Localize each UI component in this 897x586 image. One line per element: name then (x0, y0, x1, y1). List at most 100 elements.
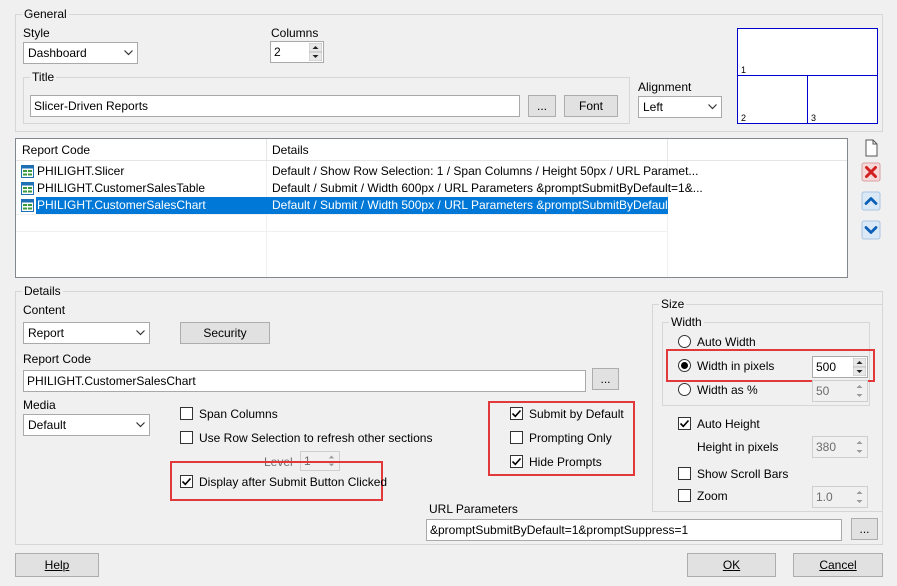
checkmark-icon (679, 419, 690, 428)
alignment-select[interactable]: Left (638, 96, 722, 118)
width-as-percent-radio[interactable] (678, 383, 691, 396)
checkmark-icon (511, 409, 522, 418)
span-columns-checkbox[interactable] (180, 407, 193, 420)
chevron-down-icon (124, 50, 133, 56)
width-as-percent-stepper[interactable]: 50 (812, 380, 868, 402)
zoom-label: Zoom (697, 489, 728, 503)
display-after-submit-label: Display after Submit Button Clicked (199, 475, 388, 489)
media-select[interactable]: Default (23, 414, 150, 436)
help-button[interactable]: Help (15, 553, 99, 577)
title-caption: Title (30, 70, 57, 84)
column-header-report-code[interactable]: Report Code (22, 143, 90, 157)
checkmark-icon (511, 457, 522, 466)
report-code-browse-button[interactable]: ... (592, 368, 619, 390)
width-in-pixels-value: 500 (816, 360, 837, 374)
report-icon (21, 199, 34, 212)
table-row-selected[interactable]: PHILIGHT.CustomerSalesChart Default / Su… (16, 197, 847, 214)
submit-by-default-checkbox[interactable] (510, 407, 523, 420)
chevron-down-icon (136, 422, 145, 428)
style-value: Dashboard (28, 46, 87, 60)
column-header-details[interactable]: Details (272, 143, 309, 157)
layout-preview: 1 2 3 (737, 28, 878, 124)
alignment-label: Alignment (638, 80, 692, 94)
report-icon (21, 182, 34, 195)
delete-x-icon[interactable] (860, 161, 882, 183)
column-divider[interactable] (266, 139, 267, 161)
auto-height-checkbox[interactable] (678, 417, 691, 430)
spinner-arrows-icon (856, 441, 863, 453)
preview-cell-2: 2 (741, 113, 747, 123)
content-select[interactable]: Report (23, 322, 150, 344)
row-report-code: PHILIGHT.Slicer (37, 164, 125, 178)
zoom-stepper[interactable]: 1.0 (812, 486, 868, 508)
height-in-pixels-value: 380 (816, 440, 837, 454)
report-code-label: Report Code (23, 352, 92, 366)
preview-cell-1: 1 (741, 65, 747, 75)
list-header: Report Code Details (16, 139, 847, 161)
auto-width-radio[interactable] (678, 335, 691, 348)
media-label: Media (23, 398, 56, 412)
auto-height-label: Auto Height (697, 417, 760, 431)
table-row[interactable]: PHILIGHT.Slicer Default / Show Row Selec… (16, 163, 847, 180)
url-parameters-input[interactable]: &promptSubmitByDefault=1&promptSuppress=… (426, 519, 842, 541)
checkmark-icon (181, 477, 192, 486)
media-value: Default (28, 418, 67, 432)
table-row[interactable]: PHILIGHT.CustomerSalesTable Default / Su… (16, 180, 847, 197)
columns-value: 2 (274, 45, 281, 59)
spinner-arrows-icon (856, 491, 863, 503)
row-report-code: PHILIGHT.CustomerSalesChart (37, 198, 206, 212)
report-icon (21, 165, 34, 178)
move-down-icon[interactable] (860, 219, 882, 241)
preview-divider-v (807, 75, 808, 123)
width-in-pixels-stepper[interactable]: 500 (812, 356, 868, 378)
row-report-code: PHILIGHT.CustomerSalesTable (37, 181, 206, 195)
grid-line (16, 231, 668, 232)
title-input[interactable]: Slicer-Driven Reports (30, 95, 520, 117)
cancel-button[interactable]: Cancel (793, 553, 883, 577)
hide-prompts-label: Hide Prompts (529, 455, 602, 469)
display-after-submit-checkbox[interactable] (180, 475, 193, 488)
submit-by-default-label: Submit by Default (529, 407, 624, 421)
hide-prompts-checkbox[interactable] (510, 455, 523, 468)
width-in-pixels-radio[interactable] (678, 359, 691, 372)
zoom-checkbox[interactable] (678, 489, 691, 502)
height-in-pixels-stepper[interactable]: 380 (812, 436, 868, 458)
content-value: Report (28, 326, 65, 340)
title-browse-button[interactable]: ... (528, 95, 556, 117)
prompting-only-checkbox[interactable] (510, 431, 523, 444)
row-selection-checkbox[interactable] (180, 431, 193, 444)
spinner-arrows-icon[interactable] (309, 43, 322, 61)
size-caption: Size (659, 297, 687, 311)
help-label: Help (44, 558, 70, 572)
move-up-icon[interactable] (860, 190, 882, 212)
width-caption: Width (669, 315, 704, 329)
ok-button[interactable]: OK (687, 553, 776, 577)
cancel-label: Cancel (819, 558, 857, 572)
font-button[interactable]: Font (564, 95, 618, 117)
grid-line (16, 214, 668, 215)
chevron-down-icon (136, 330, 145, 336)
row-details: Default / Submit / Width 500px / URL Par… (272, 198, 703, 212)
alignment-value: Left (643, 100, 664, 114)
radio-selected-dot (681, 362, 688, 369)
width-as-percent-label: Width as % (697, 383, 758, 397)
zoom-value: 1.0 (816, 490, 833, 504)
span-columns-label: Span Columns (199, 407, 278, 421)
columns-stepper[interactable]: 2 (270, 41, 324, 63)
style-select[interactable]: Dashboard (23, 42, 138, 64)
row-selection-label: Use Row Selection to refresh other secti… (199, 431, 433, 445)
width-as-percent-value: 50 (816, 384, 830, 398)
general-caption: General (22, 7, 69, 21)
spinner-arrows-icon[interactable] (853, 358, 866, 376)
width-in-pixels-label: Width in pixels (697, 359, 775, 373)
report-code-input[interactable]: PHILIGHT.CustomerSalesChart (23, 370, 586, 392)
row-details: Default / Submit / Width 600px / URL Par… (272, 181, 703, 195)
new-document-icon[interactable] (860, 137, 882, 159)
row-details: Default / Show Row Selection: 1 / Span C… (272, 164, 699, 178)
show-scroll-bars-label: Show Scroll Bars (697, 467, 789, 481)
url-parameters-browse-button[interactable]: ... (851, 518, 878, 540)
auto-width-label: Auto Width (697, 335, 756, 349)
security-button[interactable]: Security (180, 322, 270, 344)
report-list[interactable]: Report Code Details PHILIGHT.Slicer Defa… (15, 138, 848, 278)
show-scroll-bars-checkbox[interactable] (678, 467, 691, 480)
